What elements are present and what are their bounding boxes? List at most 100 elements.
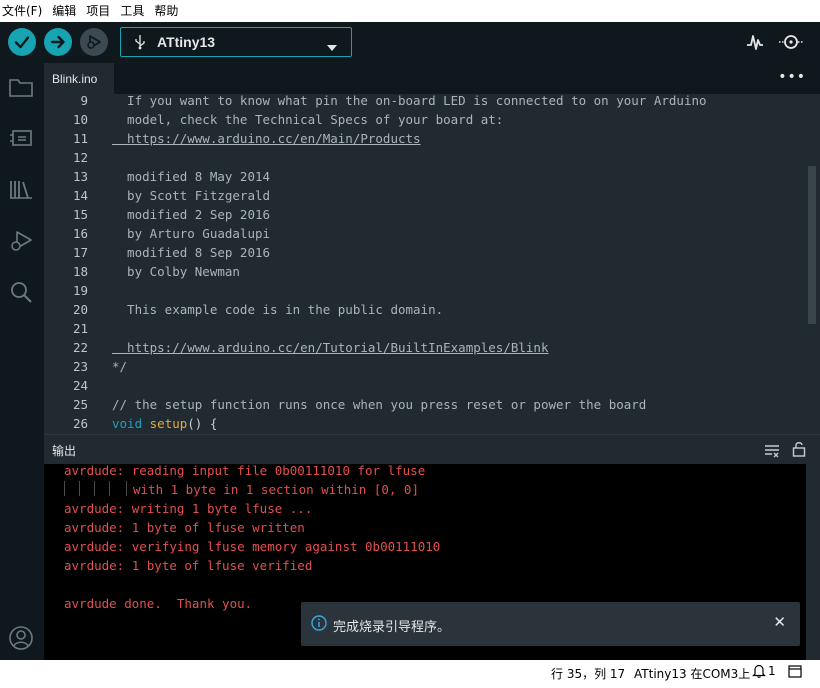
code-function: setup	[149, 416, 188, 431]
indent-guide	[109, 481, 110, 496]
indent-guide	[64, 481, 65, 496]
tab-bar: Blink.ino •••	[44, 63, 820, 94]
more-icon[interactable]: •••	[778, 69, 806, 85]
code-line: https://www.arduino.cc/en/Tutorial/Built…	[112, 338, 548, 357]
line-number: 21	[72, 321, 88, 336]
panel-icon	[788, 665, 802, 678]
code-keyword: void	[112, 416, 143, 431]
indent-guide	[79, 481, 80, 496]
account-icon	[9, 626, 33, 650]
menu-bar: 文件(F) 编辑 项目 工具 帮助	[0, 0, 820, 22]
search-icon	[11, 282, 32, 303]
code-line: by Arturo Guadalupi	[112, 226, 271, 241]
line-number: 12	[72, 150, 88, 165]
tab-blink-ino[interactable]: Blink.ino	[44, 63, 114, 94]
account-button[interactable]	[7, 624, 35, 652]
output-line: avrdude: reading input file 0b00111010 f…	[64, 464, 426, 478]
line-number: 22	[72, 340, 88, 355]
cursor-position[interactable]: 行 35，列 17	[551, 665, 625, 682]
debug-icon	[87, 35, 101, 49]
checkmark-icon	[14, 36, 30, 49]
line-number: 19	[72, 283, 88, 298]
unlock-icon	[792, 442, 806, 457]
line-number: 26	[72, 416, 88, 431]
menu-sketch[interactable]: 项目	[81, 0, 115, 22]
toolbar: ATtiny13	[0, 22, 820, 63]
line-number: 13	[72, 169, 88, 184]
output-line: avrdude: 1 byte of lfuse verified	[64, 558, 313, 573]
code-line: // the setup function runs once when you…	[112, 397, 647, 412]
line-number: 23	[72, 359, 88, 374]
folder-icon	[9, 79, 33, 97]
menu-file[interactable]: 文件(F)	[0, 0, 47, 22]
output-panel-header: 输出	[44, 434, 820, 464]
upload-button[interactable]	[44, 28, 72, 56]
line-number: 11	[72, 131, 88, 146]
status-bar: 行 35，列 17 ATtiny13 在COM3上 1	[0, 660, 820, 688]
board-port-status[interactable]: ATtiny13 在COM3上	[634, 665, 750, 682]
debug-panel-button[interactable]	[7, 227, 35, 255]
arrow-right-icon	[50, 35, 65, 49]
line-number: 10	[72, 112, 88, 127]
clear-list-icon	[765, 445, 779, 458]
output-scrollbar-track[interactable]	[806, 464, 820, 660]
indent-guide	[126, 481, 127, 496]
code-line: by Colby Newman	[112, 264, 240, 279]
board-selector[interactable]: ATtiny13	[120, 27, 352, 57]
serial-monitor-button[interactable]	[778, 31, 804, 53]
info-icon	[311, 615, 327, 635]
bell-icon	[752, 664, 766, 678]
code-line: If you want to know what pin the on-boar…	[112, 94, 707, 108]
line-number: 20	[72, 302, 88, 317]
plotter-icon	[747, 35, 763, 50]
magnifier-icon	[779, 35, 803, 49]
code-editor[interactable]: 9 10 11 12 13 14 15 16 17 18 19 20 21 22…	[44, 94, 820, 434]
code-text: () {	[187, 416, 218, 431]
library-manager-button[interactable]	[7, 175, 35, 203]
clear-output-button[interactable]	[764, 443, 780, 462]
board-icon	[10, 130, 32, 146]
indent-guide	[94, 481, 95, 496]
line-number: 17	[72, 245, 88, 260]
scroll-lock-button[interactable]	[792, 441, 806, 461]
products-link[interactable]: https://www.arduino.cc/en/Main/Products	[112, 131, 421, 146]
menu-help[interactable]: 帮助	[149, 0, 183, 22]
code-line: modified 8 Sep 2016	[112, 245, 271, 260]
notification-toast: 完成烧录引导程序。 ✕	[301, 602, 800, 646]
code-line: model, check the Technical Specs of your…	[112, 112, 504, 127]
code-line: modified 2 Sep 2016	[112, 207, 271, 222]
code-line: */	[112, 359, 128, 374]
line-number: 16	[72, 226, 88, 241]
output-line: avrdude: writing 1 byte lfuse ...	[64, 501, 313, 516]
search-button[interactable]	[7, 278, 35, 306]
code-line: by Scott Fitzgerald	[112, 188, 271, 203]
serial-plotter-button[interactable]	[744, 31, 766, 53]
menu-edit[interactable]: 编辑	[47, 0, 81, 22]
boards-manager-button[interactable]	[7, 124, 35, 152]
close-icon[interactable]: ✕	[773, 613, 786, 631]
usb-icon	[133, 34, 147, 50]
verify-button[interactable]	[8, 28, 36, 56]
debug-button[interactable]	[80, 28, 108, 56]
line-number: 9	[80, 94, 88, 108]
output-line: with 1 byte in 1 section within [0, 0]	[133, 482, 419, 497]
line-number: 24	[72, 378, 88, 393]
line-number: 15	[72, 207, 88, 222]
chevron-down-icon	[327, 39, 337, 55]
code-line: void setup() {	[112, 414, 217, 433]
library-icon	[10, 181, 32, 199]
output-line: avrdude: 1 byte of lfuse written	[64, 520, 305, 535]
sketchbook-button[interactable]	[7, 73, 35, 101]
output-line: avrdude: verifying lfuse memory against …	[64, 539, 441, 554]
code-line: modified 8 May 2014	[112, 169, 271, 184]
editor-scrollbar[interactable]	[808, 166, 816, 324]
line-number: 25	[72, 397, 88, 412]
output-line: avrdude done. Thank you.	[64, 596, 253, 611]
menu-tools[interactable]: 工具	[115, 0, 149, 22]
line-number: 14	[72, 188, 88, 203]
line-number-gutter: 9 10 11 12 13 14 15 16 17 18 19 20 21 22…	[44, 94, 106, 434]
blink-tutorial-link[interactable]: https://www.arduino.cc/en/Tutorial/Built…	[112, 340, 548, 355]
toggle-panel-button[interactable]	[788, 665, 802, 681]
notification-count: 1	[768, 664, 776, 678]
notifications-button[interactable]: 1	[752, 664, 776, 678]
